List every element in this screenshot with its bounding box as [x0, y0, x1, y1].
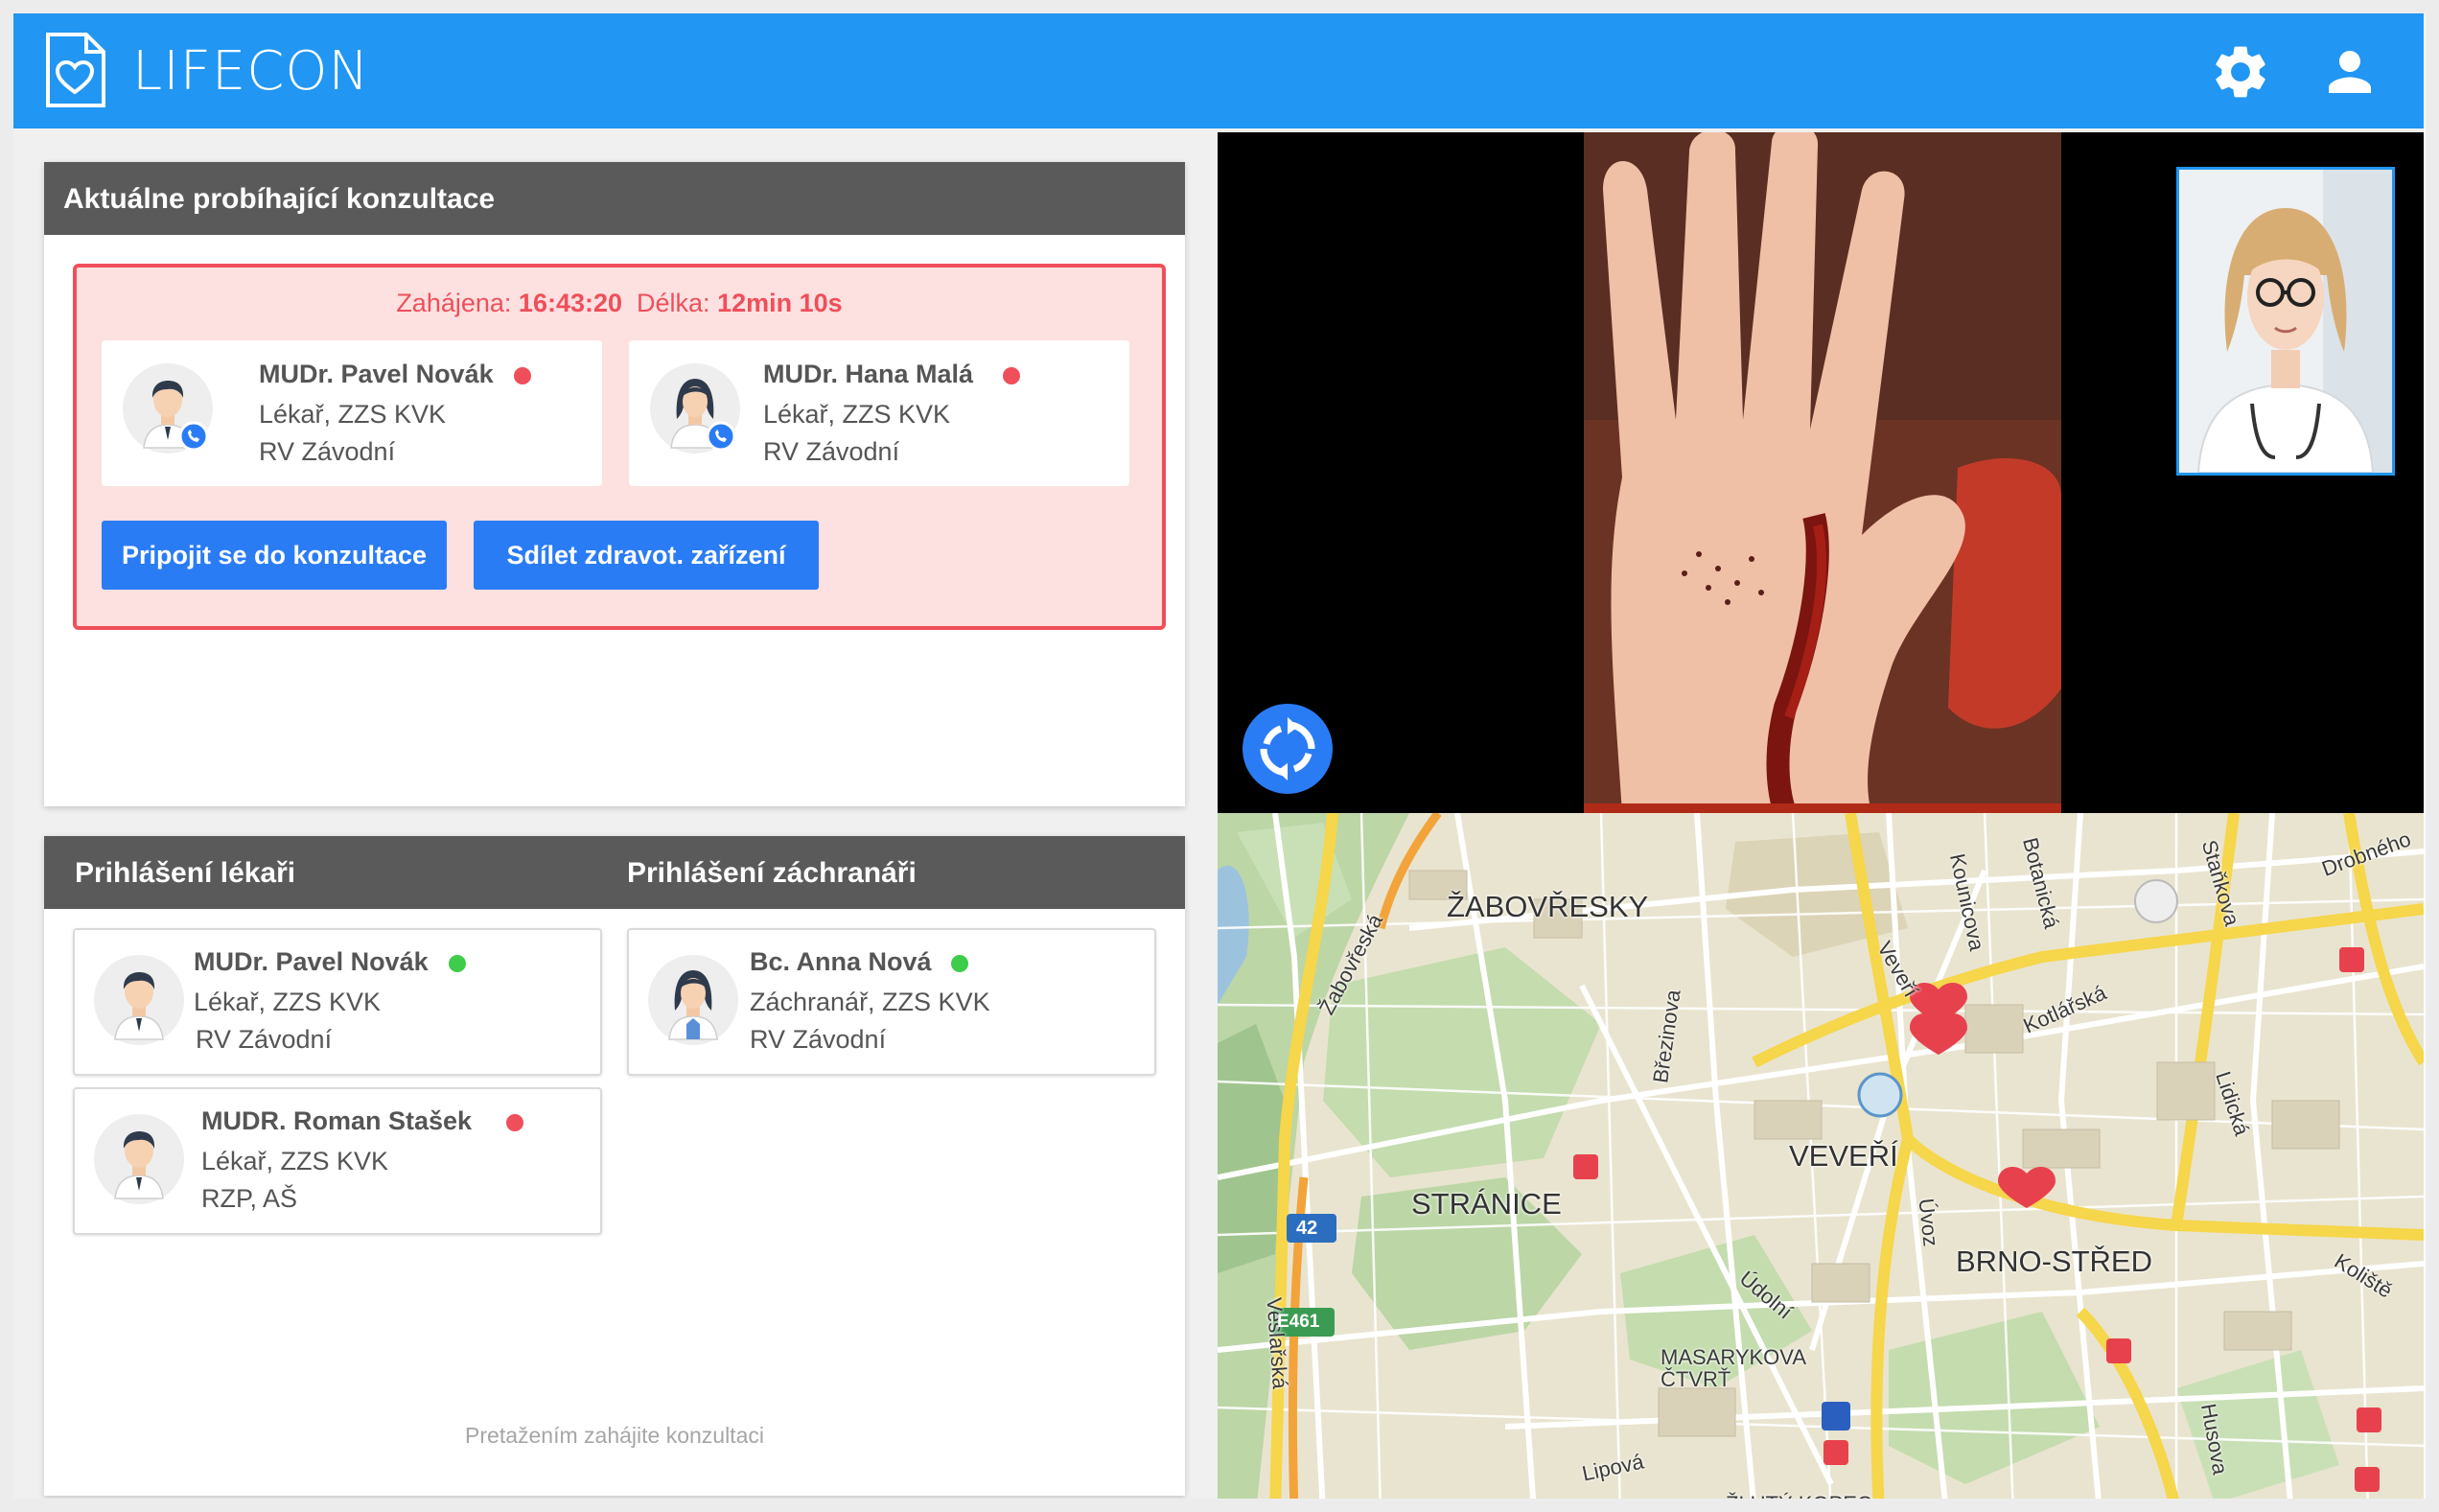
doctor-card[interactable]: MUDr. Pavel Novák Lékař, ZZS KVK RV Závo… — [73, 928, 602, 1076]
status-dot-online — [449, 955, 466, 972]
participant-role: Lékař, ZZS KVK — [763, 400, 951, 429]
map-district-label: BRNO-STŘED — [1956, 1244, 2152, 1278]
consultation-card-title: Aktuálne probíhající konzultace — [63, 183, 496, 215]
started-label: Zahájena: — [396, 289, 512, 317]
map-district-label: ČTVRŤ — [1661, 1367, 1731, 1391]
active-consultation: Zahájena: 16:43:20 Délka: 12min 10s MUDr… — [73, 264, 1166, 630]
injured-hand-image — [1584, 132, 2061, 813]
map-district-label: ŽLUTÝ KOPEC — [1726, 1492, 1872, 1512]
logo-icon — [46, 33, 105, 107]
doctor-location: RZP, AŠ — [201, 1184, 298, 1213]
duration-value: 12min 10s — [717, 289, 843, 317]
rotate-camera-icon — [1260, 717, 1315, 780]
participant-location: RV Závodní — [259, 437, 396, 466]
app-title: LIFECON — [132, 40, 370, 103]
doctor-role: Lékař, ZZS KVK — [201, 1147, 389, 1175]
drag-hint: Pretažením zahájite konzultaci — [465, 1423, 764, 1448]
rotate-camera-button[interactable] — [1243, 704, 1333, 794]
doctor-name: MUDR. Roman Stašek — [201, 1106, 473, 1135]
rescuers-title: Prihlášení záchranáři — [627, 857, 917, 889]
doctor-name: MUDr. Pavel Novák — [194, 947, 429, 976]
doctor-male-avatar — [94, 955, 184, 1045]
top-bar: LIFECON — [13, 13, 2424, 128]
rescuer-location: RV Závodní — [750, 1025, 887, 1054]
participant-role: Lékař, ZZS KVK — [259, 400, 447, 429]
video-call — [1218, 132, 2424, 813]
share-facility-button[interactable]: Sdílet zdravot. zařízení — [474, 521, 819, 590]
rescuer-card[interactable]: Bc. Anna Nová Záchranář, ZZS KVK RV Závo… — [627, 928, 1156, 1076]
road-shield-42: 42 — [1296, 1218, 1318, 1239]
doctor-role: Lékař, ZZS KVK — [194, 988, 382, 1016]
duration-label: Délka: — [637, 289, 710, 317]
doctor-photo — [2179, 170, 2392, 473]
status-dot-busy — [1003, 367, 1020, 384]
rescuer-role: Záchranář, ZZS KVK — [750, 988, 990, 1016]
patient-video-feed — [1584, 132, 2061, 813]
map-district-label: VEVEŘÍ — [1789, 1139, 1898, 1173]
doctor-male-avatar — [94, 1114, 184, 1204]
road-shield-e461: E461 — [1277, 1312, 1320, 1332]
consultation-time: Zahájena: 16:43:20 Délka: 12min 10s — [77, 289, 1162, 318]
consultation-card-header: Aktuálne probíhající konzultace — [44, 162, 1185, 235]
user-icon[interactable] — [2318, 40, 2381, 104]
rescuer-name: Bc. Anna Nová — [750, 947, 932, 976]
doctors-title: Prihlášení lékaři — [75, 857, 296, 889]
participant-card: MUDr. Hana Malá Lékař, ZZS KVK RV Závodn… — [629, 340, 1129, 486]
join-consultation-button[interactable]: Pripojit se do konzultace — [102, 521, 447, 590]
map-street-label: Úvoz — [1914, 1197, 1943, 1248]
map-district-label: ŽABOVŘESKY — [1447, 890, 1649, 923]
app: LIFECON Aktuálne probíhající konzultace … — [13, 13, 2424, 1512]
doctor-male-avatar — [123, 363, 213, 454]
started-value: 16:43:20 — [518, 289, 623, 317]
status-dot-online — [951, 955, 968, 972]
logged-in-card: Prihlášení lékaři Prihlášení záchranáři … — [44, 836, 1185, 1496]
participant-location: RV Závodní — [763, 437, 900, 466]
status-dot-busy — [514, 367, 531, 384]
rescuer-female-avatar — [648, 955, 738, 1045]
status-dot-busy — [506, 1114, 523, 1131]
participant-name: MUDr. Hana Malá — [763, 360, 974, 388]
window: LIFECON Aktuálne probíhající konzultace … — [0, 0, 2439, 1512]
gear-icon[interactable] — [2209, 40, 2272, 104]
doctor-self-view — [2176, 167, 2395, 476]
logged-in-card-header: Prihlášení lékaři Prihlášení záchranáři — [44, 836, 1185, 909]
consultation-card: Aktuálne probíhající konzultace Zahájena… — [44, 162, 1185, 806]
doctor-location: RV Závodní — [196, 1025, 333, 1054]
participant-name: MUDr. Pavel Novák — [259, 360, 494, 388]
doctor-card[interactable]: MUDR. Roman Stašek Lékař, ZZS KVK RZP, A… — [73, 1087, 602, 1235]
doctor-female-avatar — [650, 363, 740, 454]
participant-card: MUDr. Pavel Novák Lékař, ZZS KVK RV Závo… — [102, 340, 602, 486]
map-district-label: STRÁNICE — [1411, 1187, 1562, 1221]
map[interactable]: ŽABOVŘESKY VEVEŘÍ STRÁNICE BRNO-STŘED MA… — [1218, 813, 2424, 1512]
